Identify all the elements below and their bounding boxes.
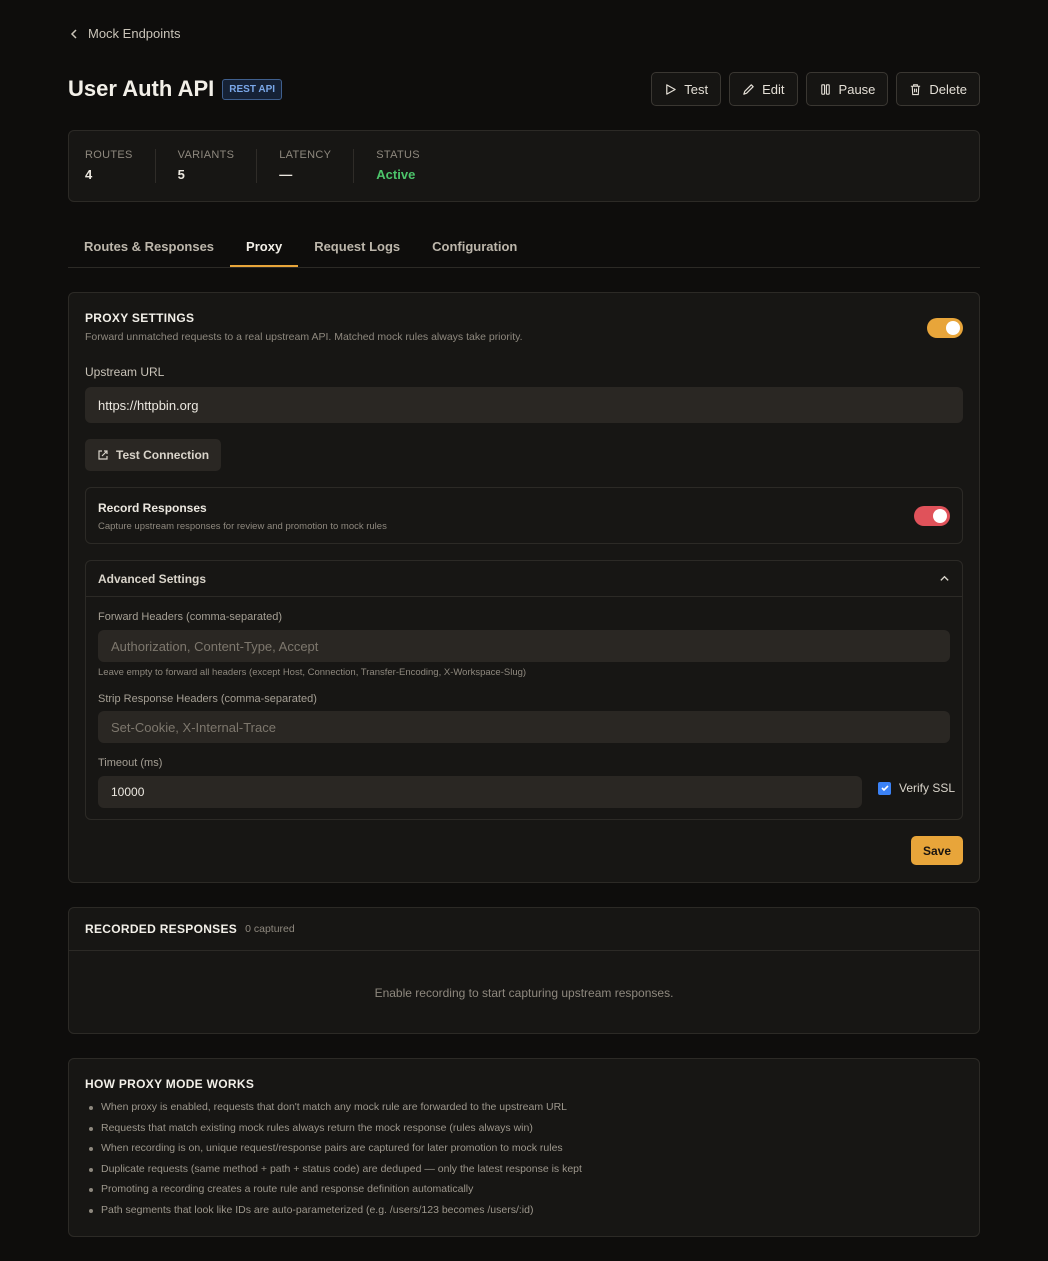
test-button-label: Test	[684, 81, 709, 97]
timeout-label: Timeout (ms)	[98, 757, 163, 769]
tab-routes-responses[interactable]: Routes & Responses	[68, 226, 230, 267]
forward-headers-input[interactable]: Authorization, Content-Type, Accept	[98, 630, 950, 662]
api-type-badge: REST API	[222, 78, 283, 100]
page: Mock Endpoints User Auth API REST API Te…	[0, 0, 1048, 1261]
header-actions: Test Edit Pause Delete	[651, 72, 980, 106]
pause-button-label: Pause	[838, 81, 876, 97]
tab-bar: Routes & Responses Proxy Request Logs Co…	[68, 226, 980, 268]
forward-headers-hint: Leave empty to forward all headers (exce…	[98, 667, 527, 678]
list-item: Path segments that look like IDs are aut…	[85, 1204, 963, 1225]
record-responses-description: Capture upstream responses for review an…	[98, 521, 387, 532]
verify-ssl-checkbox[interactable]: Verify SSL	[878, 781, 955, 795]
stat-status: STATUS Active	[376, 149, 442, 183]
test-connection-button[interactable]: Test Connection	[85, 439, 222, 471]
timeout-input[interactable]: 10000	[98, 776, 862, 808]
advanced-settings-title: Advanced Settings	[98, 571, 207, 586]
stat-label: VARIANTS	[177, 149, 235, 161]
trash-icon	[911, 83, 921, 95]
how-proxy-works-list: When proxy is enabled, requests that don…	[85, 1101, 963, 1224]
how-proxy-works-title: HOW PROXY MODE WORKS	[85, 1077, 255, 1091]
recorded-empty-state: Enable recording to start capturing upst…	[374, 986, 674, 1000]
list-item: Duplicate requests (same method + path +…	[85, 1163, 963, 1184]
save-button[interactable]: Save	[910, 836, 963, 865]
list-item: Requests that match existing mock rules …	[85, 1122, 963, 1143]
delete-button[interactable]: Delete	[896, 72, 980, 106]
how-proxy-works-card: HOW PROXY MODE WORKS When proxy is enabl…	[68, 1058, 980, 1237]
checkbox-checked[interactable]	[878, 781, 891, 795]
stat-label: LATENCY	[279, 149, 332, 161]
stat-value: —	[279, 167, 293, 182]
advanced-settings-header[interactable]: Advanced Settings	[86, 561, 962, 597]
upstream-url-input[interactable]: https://httpbin.org	[85, 387, 963, 423]
stats-panel: ROUTES 4 VARIANTS 5 LATENCY — STATUS Act…	[68, 130, 980, 202]
back-link-label: Mock Endpoints	[88, 26, 181, 41]
record-responses-title: Record Responses	[98, 501, 207, 515]
check-icon	[880, 785, 889, 792]
record-responses-toggle[interactable]	[914, 506, 950, 526]
chevron-up-icon	[940, 575, 949, 581]
back-link[interactable]: Mock Endpoints	[68, 26, 181, 41]
proxy-settings-card: PROXY SETTINGS Forward unmatched request…	[68, 292, 980, 883]
delete-button-label: Delete	[929, 81, 967, 97]
chevron-left-icon	[70, 28, 77, 39]
play-icon	[666, 83, 677, 95]
external-link-icon	[98, 450, 108, 460]
pencil-icon	[743, 83, 754, 95]
test-connection-label: Test Connection	[116, 448, 210, 462]
strip-headers-label: Strip Response Headers (comma-separated)	[98, 693, 317, 705]
status-value: Active	[376, 167, 416, 182]
list-item: Promoting a recording creates a route ru…	[85, 1183, 963, 1204]
edit-button[interactable]: Edit	[729, 72, 798, 106]
tab-proxy[interactable]: Proxy	[230, 226, 299, 267]
proxy-enabled-toggle[interactable]	[927, 318, 963, 338]
list-item: When recording is on, unique request/res…	[85, 1142, 963, 1163]
pause-icon	[820, 83, 830, 95]
record-responses-panel: Record Responses Capture upstream respon…	[85, 487, 963, 544]
recorded-count: 0 captured	[245, 923, 295, 935]
stat-value: 5	[177, 167, 185, 182]
recorded-responses-title: RECORDED RESPONSES	[85, 922, 238, 936]
pause-button[interactable]: Pause	[805, 72, 889, 106]
proxy-settings-description: Forward unmatched requests to a real ups…	[85, 331, 523, 343]
stat-variants: VARIANTS 5	[178, 149, 258, 183]
page-title: User Auth API	[68, 76, 215, 101]
edit-button-label: Edit	[762, 81, 785, 97]
upstream-url-label: Upstream URL	[85, 365, 165, 379]
test-button[interactable]: Test	[651, 72, 722, 106]
stat-latency: LATENCY —	[279, 149, 355, 183]
verify-ssl-label: Verify SSL	[899, 781, 956, 795]
header: User Auth API REST API Test Edit Pause D…	[68, 72, 980, 106]
recorded-responses-header: RECORDED RESPONSES 0 captured	[69, 908, 979, 951]
list-item: When proxy is enabled, requests that don…	[85, 1101, 963, 1122]
tab-configuration[interactable]: Configuration	[416, 226, 533, 267]
advanced-settings-panel: Advanced Settings Forward Headers (comma…	[85, 560, 963, 820]
strip-headers-input[interactable]: Set-Cookie, X-Internal-Trace	[98, 711, 950, 743]
tab-request-logs[interactable]: Request Logs	[298, 226, 416, 267]
stat-value: 4	[85, 167, 93, 182]
stat-label: ROUTES	[85, 149, 133, 161]
stat-label: STATUS	[376, 149, 420, 161]
recorded-responses-card: RECORDED RESPONSES 0 captured Enable rec…	[68, 907, 980, 1034]
stat-routes: ROUTES 4	[85, 149, 156, 183]
forward-headers-label: Forward Headers (comma-separated)	[98, 611, 283, 623]
proxy-settings-title: PROXY SETTINGS	[85, 311, 195, 325]
